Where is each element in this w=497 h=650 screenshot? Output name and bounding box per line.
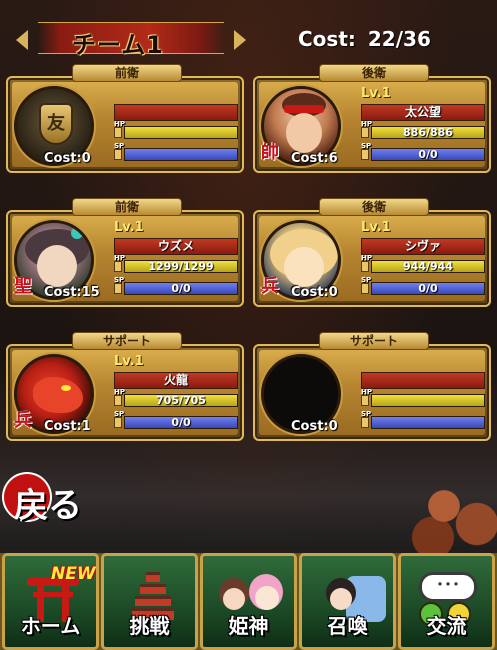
slot-name-bar <box>361 372 485 389</box>
hp-icon <box>361 395 369 406</box>
slot-cost: Cost:0 <box>291 285 338 300</box>
sp-icon <box>114 149 122 160</box>
next-team-arrow-icon[interactable] <box>234 30 246 50</box>
hp-row: HP 1299/1299 <box>114 254 238 274</box>
sp-icon <box>114 283 122 294</box>
hp-row: HP 944/944 <box>361 254 485 274</box>
slot-back-2[interactable]: 後衛 兵 Cost:0 Lv.1 シヴァ HP 944/944 SP 0/0 <box>253 198 491 307</box>
sp-bar: 0/0 <box>124 416 238 429</box>
nav-summon-label: 召喚 <box>327 614 368 638</box>
slot-name-bar <box>114 104 238 121</box>
hp-icon <box>114 261 122 272</box>
slot-support-2[interactable]: サポート Cost:0 HP SP <box>253 332 491 441</box>
hp-row: HP <box>114 120 238 140</box>
shield-icon: 友 <box>39 103 73 145</box>
hp-icon <box>114 395 122 406</box>
hp-bar <box>371 394 485 407</box>
slot-position-label: 前衛 <box>72 64 182 82</box>
hp-bar: 1299/1299 <box>124 260 238 273</box>
nav-hime-label: 姫神 <box>228 614 269 638</box>
nav-home-label: ホーム <box>20 614 81 638</box>
dragon-head <box>33 377 83 413</box>
slot-position-label: 後衛 <box>319 198 429 216</box>
face <box>37 245 77 287</box>
rank-mark: 帥 <box>261 142 279 163</box>
back-button-label[interactable]: 戻る <box>14 478 82 527</box>
slot-name-bar: シヴァ <box>361 238 485 255</box>
rank-mark: 兵 <box>261 276 279 297</box>
nav-hime-button[interactable]: 姫神 <box>200 553 297 650</box>
slot-position-label: サポート <box>72 332 182 350</box>
rank-mark: 聖 <box>14 276 32 297</box>
team-formation-screen: チーム1 Cost: 22/36 前衛 友 Cost:0 HP SP 後衛 帥 … <box>0 0 497 650</box>
slot-support-1[interactable]: サポート 兵 Cost:1 Lv.1 火龍 HP 705/705 SP 0/0 <box>6 332 244 441</box>
hp-icon <box>114 127 122 138</box>
slot-level: Lv.1 <box>361 220 391 235</box>
nav-social-label: 交流 <box>426 614 467 638</box>
sp-row: SP 0/0 <box>361 142 485 162</box>
prev-team-arrow-icon[interactable] <box>16 30 28 50</box>
bottom-nav: NEW! ホーム 挑戦 姫神 召喚 ･･･ 交流 <box>0 553 497 650</box>
slot-cost: Cost:0 <box>291 419 338 434</box>
slot-level: Lv.1 <box>361 86 391 101</box>
sp-row: SP 0/0 <box>114 410 238 430</box>
sp-row: SP 0/0 <box>361 276 485 296</box>
rank-mark: 兵 <box>14 410 32 431</box>
slot-position-label: サポート <box>319 332 429 350</box>
hp-row: HP <box>361 388 485 408</box>
sp-bar <box>124 148 238 161</box>
new-badge: NEW! <box>51 564 99 584</box>
sp-row: SP <box>361 410 485 430</box>
dragon-eye <box>61 385 71 391</box>
sp-icon <box>361 417 369 428</box>
slot-position-label: 後衛 <box>319 64 429 82</box>
sp-row: SP <box>114 142 238 162</box>
hp-bar: 705/705 <box>124 394 238 407</box>
nav-home-button[interactable]: NEW! ホーム <box>2 553 99 650</box>
cloud-decoration <box>400 470 497 560</box>
sp-row: SP 0/0 <box>114 276 238 296</box>
slot-cost: Cost:15 <box>44 285 100 300</box>
slot-cost: Cost:0 <box>44 151 91 166</box>
nav-social-button[interactable]: ･･･ 交流 <box>398 553 495 650</box>
sp-bar: 0/0 <box>371 148 485 161</box>
team-cost: Cost: 22/36 <box>298 27 431 51</box>
slot-level: Lv.1 <box>114 220 144 235</box>
slot-name-bar: 火龍 <box>114 372 238 389</box>
slot-cost: Cost:6 <box>291 151 338 166</box>
team-title: チーム1 <box>72 31 164 59</box>
slot-front-1[interactable]: 前衛 友 Cost:0 HP SP <box>6 64 244 173</box>
slot-level: Lv.1 <box>114 354 144 369</box>
nav-challenge-label: 挑戦 <box>129 614 170 638</box>
sp-icon <box>114 417 122 428</box>
header: チーム1 Cost: 22/36 <box>0 16 497 59</box>
slot-front-2[interactable]: 前衛 聖 Cost:15 Lv.1 ウズメ HP 1299/1299 SP 0/… <box>6 198 244 307</box>
slot-back-1[interactable]: 後衛 帥 Cost:6 Lv.1 太公望 HP 886/886 SP 0/0 <box>253 64 491 173</box>
sp-bar <box>371 416 485 429</box>
hp-icon <box>361 127 369 138</box>
headband <box>284 105 324 113</box>
nav-challenge-button[interactable]: 挑戦 <box>101 553 198 650</box>
face <box>286 113 322 153</box>
sp-icon <box>361 283 369 294</box>
face <box>284 247 324 287</box>
sp-bar: 0/0 <box>124 282 238 295</box>
slot-name-bar: ウズメ <box>114 238 238 255</box>
team-cost-value: 22/36 <box>367 27 431 51</box>
slot-cost: Cost:1 <box>44 419 91 434</box>
hp-bar: 886/886 <box>371 126 485 139</box>
hp-row: HP 886/886 <box>361 120 485 140</box>
slot-position-label: 前衛 <box>72 198 182 216</box>
slot-name-bar: 太公望 <box>361 104 485 121</box>
hp-icon <box>361 261 369 272</box>
hp-row: HP 705/705 <box>114 388 238 408</box>
sp-bar: 0/0 <box>371 282 485 295</box>
hp-bar: 944/944 <box>371 260 485 273</box>
nav-summon-button[interactable]: 召喚 <box>299 553 396 650</box>
sp-icon <box>361 149 369 160</box>
hp-bar <box>124 126 238 139</box>
hair-ornament <box>71 227 83 239</box>
chat-bubble-icon: ･･･ <box>419 572 477 602</box>
team-cost-label: Cost: <box>298 27 356 51</box>
